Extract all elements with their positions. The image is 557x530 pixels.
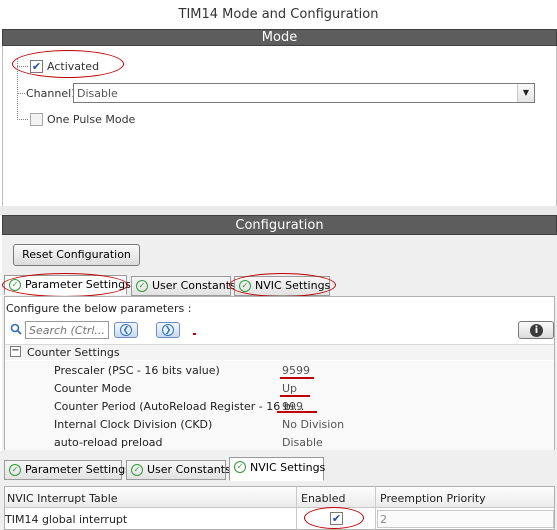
chevron-down-icon[interactable]: ▼ bbox=[517, 84, 534, 102]
param-name: Internal Clock Division (CKD) bbox=[54, 418, 213, 431]
column-divider bbox=[375, 487, 376, 530]
tab-nvic-settings[interactable]: ✓ NVIC Settings bbox=[229, 457, 326, 481]
search-input[interactable] bbox=[25, 321, 109, 339]
annotation-underline bbox=[280, 395, 310, 397]
param-name: Counter Mode bbox=[54, 382, 132, 395]
annotation-ellipse bbox=[304, 507, 364, 529]
tree-line bbox=[17, 119, 28, 120]
collapse-toggle[interactable]: − bbox=[10, 346, 21, 357]
search-next-button[interactable]: ❯ bbox=[156, 322, 180, 338]
left-arrow-icon: ❮ bbox=[120, 324, 132, 336]
search-icon bbox=[10, 323, 22, 335]
tree-line bbox=[17, 93, 25, 94]
tab-user-constants[interactable]: ✓ User Constants bbox=[131, 276, 236, 296]
check-circle-icon: ✓ bbox=[136, 280, 148, 292]
tab-label: Parameter Settings bbox=[25, 463, 131, 476]
priority-value: 2 bbox=[380, 513, 387, 526]
counter-settings-title: Counter Settings bbox=[27, 346, 120, 359]
annotation-ellipse bbox=[2, 273, 128, 297]
check-circle-icon: ✓ bbox=[234, 461, 246, 473]
annotation-ellipse bbox=[229, 273, 336, 297]
priority-field[interactable]: 2 bbox=[377, 510, 554, 528]
tab-label: NVIC Settings bbox=[250, 461, 326, 474]
annotation-underline bbox=[280, 377, 314, 379]
info-icon: i bbox=[530, 324, 543, 337]
window-title: TIM14 Mode and Configuration bbox=[178, 7, 379, 22]
search-previous-button[interactable]: ❮ bbox=[114, 322, 138, 338]
tab-parameter-settings[interactable]: ✓ Parameter Settings bbox=[4, 460, 131, 480]
column-header-enabled[interactable]: Enabled bbox=[301, 492, 345, 505]
mode-section-header: Mode bbox=[2, 29, 557, 46]
column-header-interrupt[interactable]: NVIC Interrupt Table bbox=[7, 492, 118, 505]
annotation-mark bbox=[193, 333, 196, 335]
param-name: Prescaler (PSC - 16 bits value) bbox=[54, 364, 220, 377]
param-name: auto-reload preload bbox=[54, 436, 163, 449]
info-button[interactable]: i bbox=[518, 321, 554, 339]
column-header-priority[interactable]: Preemption Priority bbox=[380, 492, 486, 505]
channel1-value: Disable bbox=[77, 87, 118, 100]
check-circle-icon: ✓ bbox=[9, 464, 21, 476]
column-divider bbox=[296, 487, 297, 530]
configuration-section-header: Configuration bbox=[2, 215, 557, 235]
param-value[interactable]: 9599 bbox=[282, 364, 310, 377]
section-divider bbox=[0, 206, 557, 215]
interrupt-name: TIM14 global interrupt bbox=[5, 513, 128, 526]
one-pulse-mode-label: One Pulse Mode bbox=[47, 113, 136, 126]
param-name: Counter Period (AutoReload Register - 16… bbox=[54, 400, 305, 413]
param-value[interactable]: Disable bbox=[282, 436, 323, 449]
annotation-underline bbox=[277, 411, 317, 413]
right-arrow-icon: ❯ bbox=[162, 324, 174, 336]
param-value[interactable]: No Division bbox=[282, 418, 344, 431]
reset-configuration-button[interactable]: Reset Configuration bbox=[13, 244, 140, 266]
annotation-ellipse bbox=[12, 50, 124, 78]
tab-label: User Constants bbox=[147, 463, 231, 476]
channel1-label: Channel1 bbox=[26, 87, 79, 100]
tab-user-constants[interactable]: ✓ User Constants bbox=[126, 460, 231, 480]
param-value[interactable]: Up bbox=[282, 382, 297, 395]
check-circle-icon: ✓ bbox=[131, 464, 143, 476]
one-pulse-mode-checkbox[interactable] bbox=[30, 113, 43, 126]
configure-instructions: Configure the below parameters : bbox=[6, 302, 192, 315]
tab-label: User Constants bbox=[152, 279, 236, 292]
channel1-select[interactable]: Disable ▼ bbox=[73, 83, 535, 103]
